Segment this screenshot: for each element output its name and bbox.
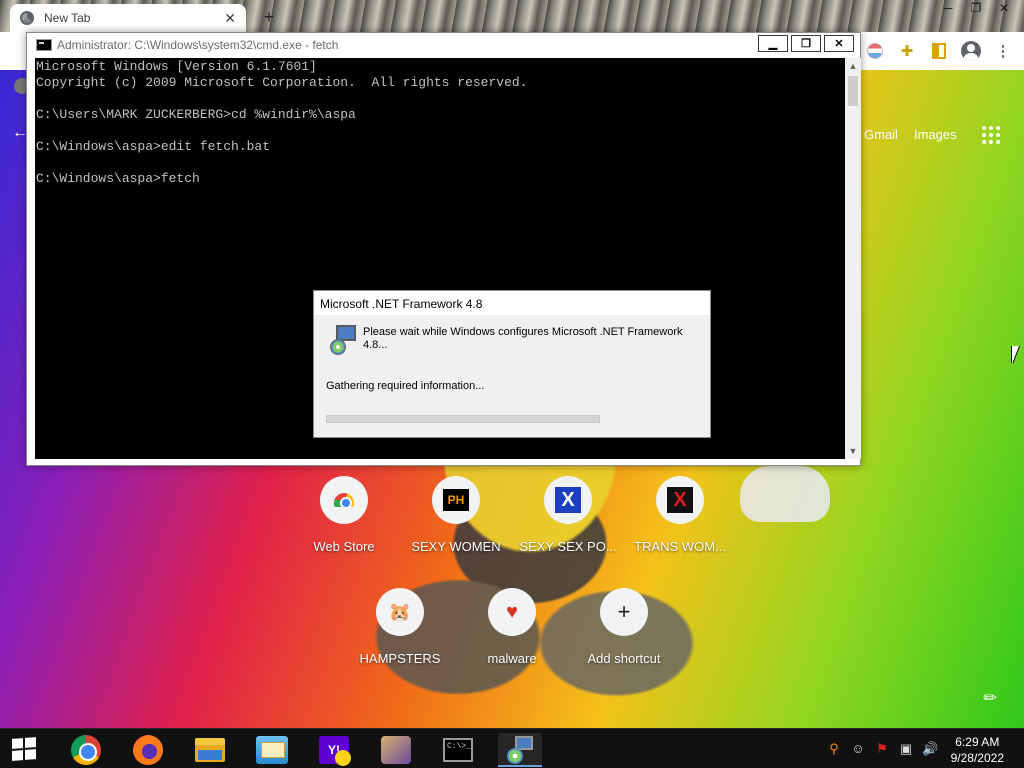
console-line: Copyright (c) 2009 Microsoft Corporation… — [36, 75, 528, 90]
profile-avatar-icon[interactable] — [960, 40, 982, 62]
folder-icon — [195, 738, 225, 762]
shortcut-label: HAMPSTERS — [359, 651, 441, 666]
taskbar-firefox[interactable] — [126, 733, 170, 767]
cmd-scrollbar[interactable]: ▲ ▼ — [845, 58, 861, 459]
dotnet-progress-bar — [326, 415, 600, 423]
browser-tabstrip: New Tab ✕ + ─ ❐ ✕ — [0, 0, 1024, 32]
x-red-icon: X — [656, 476, 704, 524]
tab-close-icon[interactable]: ✕ — [224, 10, 236, 27]
side-panel-icon[interactable] — [928, 40, 950, 62]
taskbar-file-explorer[interactable] — [188, 733, 232, 767]
cmd-close-button[interactable]: ✕ — [824, 35, 854, 52]
shortcut-web-store[interactable]: Web Store — [288, 476, 400, 554]
browser-tab-new-tab[interactable]: New Tab ✕ — [10, 4, 246, 32]
taskbar-wizard-app[interactable] — [374, 733, 418, 767]
cmd-window-title: Administrator: C:\Windows\system32\cmd.e… — [57, 38, 339, 52]
cmd-app-icon — [36, 39, 52, 51]
gmail-link[interactable]: Gmail — [864, 127, 898, 142]
plus-icon: + — [600, 588, 648, 636]
console-line: Microsoft Windows [Version 6.1.7601] — [36, 59, 317, 74]
start-button[interactable] — [12, 737, 36, 761]
taskbar-chrome[interactable] — [64, 733, 108, 767]
shortcut-label: Web Store — [313, 539, 375, 554]
shortcut-trans-wom[interactable]: X TRANS WOM... — [624, 476, 736, 554]
browser-window-controls: ─ ❐ ✕ — [934, 0, 1018, 18]
shortcut-label: SEXY SEX PO... — [519, 539, 617, 554]
x-blue-icon: X — [544, 476, 592, 524]
dotnet-wait-message: Please wait while Windows configures Mic… — [363, 326, 683, 351]
mouse-cursor-icon — [1012, 346, 1019, 364]
chrome-menu-icon[interactable]: ⋮ — [992, 40, 1014, 62]
google-apps-icon[interactable] — [982, 126, 1000, 144]
firefox-icon — [133, 735, 163, 765]
background-illustration — [290, 420, 770, 730]
clock-date: 9/28/2022 — [950, 751, 1004, 765]
cmd-titlebar[interactable]: Administrator: C:\Windows\system32\cmd.e… — [27, 33, 860, 57]
google-header-links: Gmail Images — [864, 127, 957, 142]
scroll-up-icon[interactable]: ▲ — [845, 58, 861, 74]
dotnet-setup-dialog: Microsoft .NET Framework 4.8 Please wait… — [313, 290, 711, 438]
fax-scan-icon — [256, 736, 288, 764]
taskbar-fax-scan[interactable] — [250, 733, 294, 767]
flag-extension-icon[interactable] — [864, 40, 886, 62]
webstore-icon — [320, 476, 368, 524]
browser-close-button[interactable]: ✕ — [990, 0, 1018, 18]
volume-icon[interactable]: 🔊 — [922, 741, 938, 757]
shortcut-label: TRANS WOM... — [634, 539, 726, 554]
taskbar: Y! C:\>_ ⚲ ☺ ⚑ ▣ 🔊 6:29 AM 9/28/2022 — [0, 728, 1024, 768]
console-line: C:\Windows\aspa>edit fetch.bat — [36, 139, 271, 154]
emoji-tray-icon[interactable]: ☺ — [850, 741, 866, 757]
shortcut-label: malware — [487, 651, 537, 666]
background-glove-illustration — [740, 466, 830, 522]
ph-icon: PH — [432, 476, 480, 524]
shortcut-sexy-women[interactable]: PH SEXY WOMEN — [400, 476, 512, 554]
hamster-icon: 🐹 — [376, 588, 424, 636]
action-center-flag-icon[interactable]: ⚑ — [874, 741, 890, 757]
clock-time: 6:29 AM — [955, 735, 1000, 749]
scroll-thumb[interactable] — [848, 76, 858, 106]
chrome-favicon-icon — [20, 11, 34, 25]
shortcut-label: SEXY WOMEN — [411, 539, 501, 554]
dotnet-status-text: Gathering required information... — [326, 380, 485, 392]
tab-title: New Tab — [44, 11, 91, 25]
cmd-maximize-button[interactable]: ❐ — [791, 35, 821, 52]
add-shortcut-button[interactable]: + Add shortcut — [568, 588, 680, 666]
system-tray: ⚲ ☺ ⚑ ▣ 🔊 — [826, 741, 938, 757]
taskbar-cmd[interactable]: C:\>_ — [436, 733, 480, 767]
cmd-icon: C:\>_ — [443, 738, 473, 762]
heart-icon: ♥ — [488, 588, 536, 636]
customize-pencil-icon[interactable]: ✎ — [979, 686, 1003, 710]
browser-minimize-button[interactable]: ─ — [934, 0, 962, 18]
setup-icon — [505, 734, 535, 764]
images-link[interactable]: Images — [914, 127, 957, 142]
chrome-icon — [71, 735, 101, 765]
scroll-down-icon[interactable]: ▼ — [845, 443, 861, 459]
wizard-app-icon — [381, 736, 411, 764]
shortcut-sexy-sex-po[interactable]: X SEXY SEX PO... — [512, 476, 624, 554]
taskbar-dotnet-setup[interactable] — [498, 733, 542, 767]
extensions-puzzle-icon[interactable]: ✚ — [896, 40, 918, 62]
taskbar-clock[interactable]: 6:29 AM 9/28/2022 — [951, 734, 1004, 766]
shortcut-hampsters[interactable]: 🐹 HAMPSTERS — [344, 588, 456, 666]
taskbar-yahoo-messenger[interactable]: Y! — [312, 733, 356, 767]
cmd-minimize-button[interactable]: ▁ — [758, 35, 788, 52]
browser-restore-button[interactable]: ❐ — [962, 0, 990, 18]
setup-icon — [328, 325, 358, 357]
shortcut-label: Add shortcut — [587, 651, 661, 666]
new-tab-button[interactable]: + — [258, 6, 280, 28]
network-icon[interactable]: ▣ — [898, 741, 914, 757]
console-line: C:\Users\MARK ZUCKERBERG>cd %windir%\asp… — [36, 107, 356, 122]
dotnet-dialog-title[interactable]: Microsoft .NET Framework 4.8 — [314, 291, 710, 315]
shortcut-malware[interactable]: ♥ malware — [456, 588, 568, 666]
search-tray-icon[interactable]: ⚲ — [826, 741, 842, 757]
yahoo-messenger-icon: Y! — [319, 736, 351, 766]
console-line: C:\Windows\aspa>fetch — [36, 171, 200, 186]
